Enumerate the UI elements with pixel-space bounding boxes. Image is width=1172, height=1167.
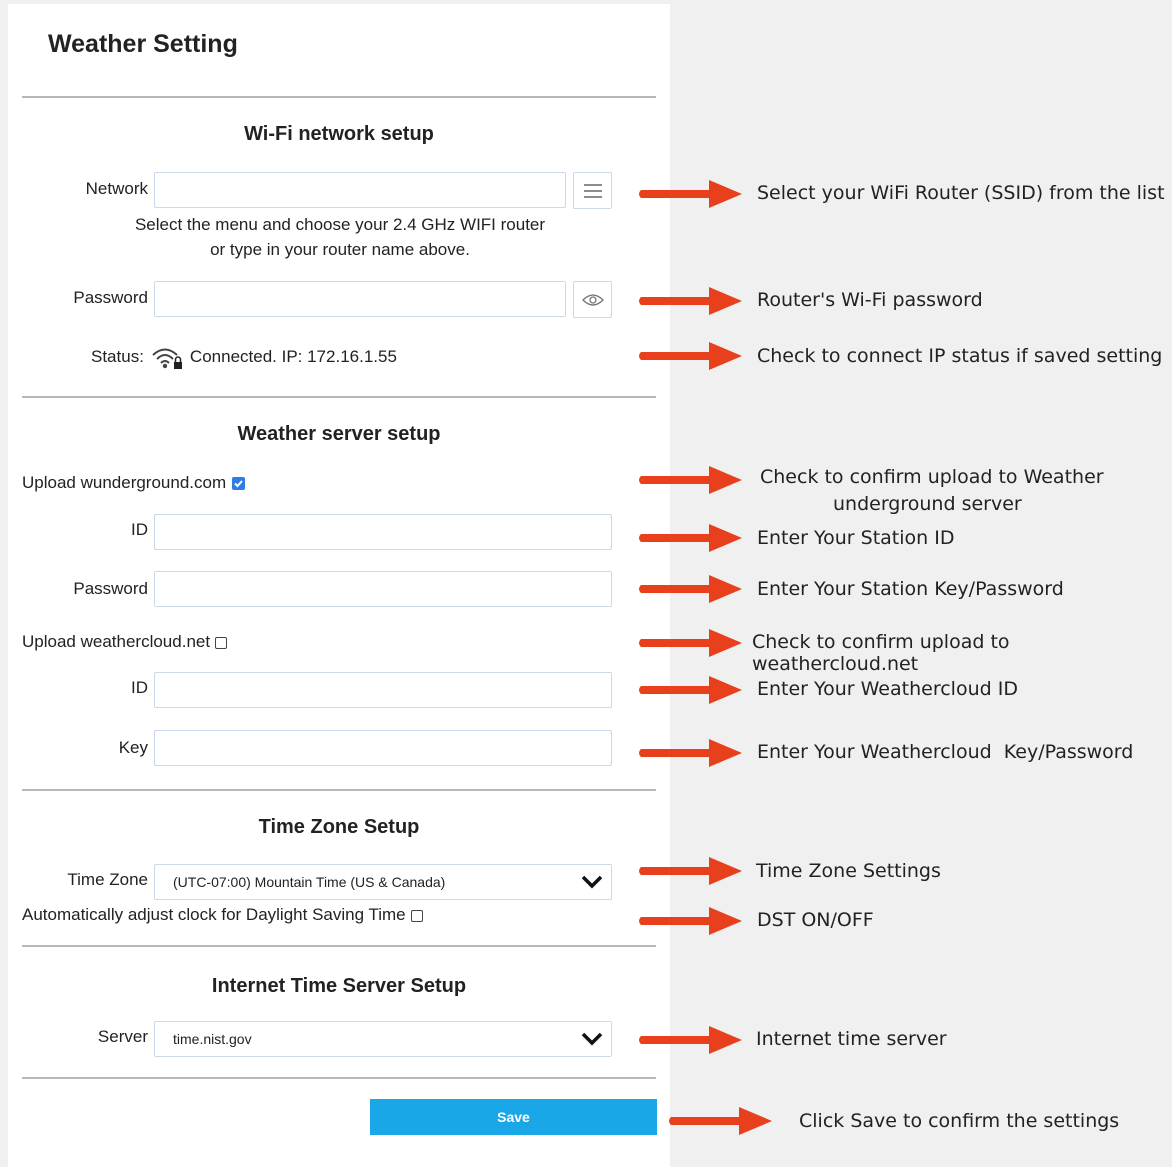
- annotation-note: Enter Your Station Key/Password: [757, 578, 1064, 600]
- time-server-select[interactable]: time.nist.gov: [154, 1021, 612, 1057]
- wifi-locked-icon: [152, 348, 182, 369]
- network-list-button[interactable]: [573, 172, 612, 209]
- annotation-note: Time Zone Settings: [756, 860, 941, 882]
- station-id-input[interactable]: [154, 514, 612, 550]
- eye-icon: [581, 293, 604, 306]
- annotation-arrow: [669, 1107, 772, 1135]
- time-zone-section-heading: Time Zone Setup: [258, 816, 420, 838]
- time-server-section-heading: Internet Time Server Setup: [211, 975, 467, 997]
- annotation-note: Enter Your Weathercloud ID: [757, 678, 1018, 700]
- divider: [22, 789, 656, 791]
- station-password-input[interactable]: [154, 571, 612, 607]
- network-hint-line-2: or type in your router name above.: [210, 240, 470, 259]
- status-text: Connected. IP: 172.16.1.55: [189, 347, 397, 366]
- page-title: Weather Setting: [48, 30, 238, 58]
- weathercloud-checkbox[interactable]: [215, 636, 228, 649]
- wc-id-label: ID: [131, 678, 148, 697]
- checkmark-icon: [234, 480, 243, 488]
- network-hint: Select the menu and choose your 2.4 GHz …: [100, 212, 580, 262]
- divider: [22, 1077, 656, 1079]
- chevron-down-icon: [581, 875, 603, 889]
- wifi-password-label: Password: [73, 288, 148, 307]
- chevron-down-icon: [581, 1032, 603, 1046]
- dst-checkbox[interactable]: [410, 909, 423, 922]
- wifi-section-heading: Wi-Fi network setup: [244, 123, 434, 145]
- annotation-note: Internet time server: [756, 1028, 947, 1050]
- divider: [22, 96, 656, 98]
- annotation-note: underground server: [833, 493, 1022, 515]
- annotation-note: Check to connect IP status if saved sett…: [757, 345, 1163, 367]
- weathercloud-key-input[interactable]: [154, 730, 612, 766]
- annotation-note: Enter Your Station ID: [757, 527, 955, 549]
- annotation-arrow: [639, 342, 742, 370]
- annotation-arrow: [639, 739, 742, 767]
- wunderground-upload-label: Upload wunderground.com: [22, 473, 227, 492]
- network-hint-line-1: Select the menu and choose your 2.4 GHz …: [134, 215, 546, 234]
- network-input[interactable]: [154, 172, 566, 208]
- annotation-note: Enter Your Weathercloud Key/Password: [757, 741, 1134, 763]
- time-server-selected: time.nist.gov: [173, 1031, 252, 1047]
- network-label: Network: [85, 179, 148, 198]
- annotation-note: Click Save to confirm the settings: [799, 1110, 1120, 1132]
- time-zone-select[interactable]: (UTC-07:00) Mountain Time (US & Canada): [154, 864, 612, 900]
- weathercloud-upload: Upload weathercloud.net: [22, 632, 228, 652]
- annotation-arrow: [639, 575, 742, 603]
- annotation-arrow: [639, 1026, 742, 1054]
- save-button[interactable]: Save: [370, 1099, 657, 1135]
- annotation-arrow: [639, 180, 742, 208]
- annotation-arrow: [639, 629, 742, 657]
- annotation-arrow: [639, 907, 742, 935]
- dst-label: Automatically adjust clock for Daylight …: [22, 905, 406, 924]
- menu-icon: [583, 183, 602, 198]
- server-label: Server: [97, 1027, 148, 1046]
- weathercloud-upload-label: Upload weathercloud.net: [22, 632, 211, 651]
- wunderground-checkbox[interactable]: [232, 477, 246, 491]
- weathercloud-id-input[interactable]: [154, 672, 612, 708]
- annotation-note: DST ON/OFF: [757, 909, 874, 931]
- status-label: Status:: [91, 347, 144, 366]
- wunderground-upload: Upload wunderground.com: [22, 473, 246, 493]
- annotation-note: Select your WiFi Router (SSID) from the …: [757, 182, 1165, 204]
- wu-id-label: ID: [131, 520, 148, 539]
- wc-key-label: Key: [118, 738, 148, 757]
- divider: [22, 396, 656, 398]
- annotation-note: Check to confirm upload to weathercloud.…: [752, 631, 1010, 675]
- wifi-status: Status: Connected. IP: 172.16.1.55: [91, 344, 397, 370]
- annotation-arrow: [639, 524, 742, 552]
- weather-server-section-heading: Weather server setup: [237, 423, 441, 445]
- wu-password-label: Password: [73, 579, 148, 598]
- annotation-arrow: [639, 287, 742, 315]
- annotation-arrow: [639, 676, 742, 704]
- annotation-arrow: [639, 857, 742, 885]
- annotation-arrow: [639, 466, 742, 494]
- show-password-button[interactable]: [573, 281, 612, 318]
- time-zone-label: Time Zone: [67, 870, 148, 889]
- time-zone-selected: (UTC-07:00) Mountain Time (US & Canada): [173, 874, 446, 890]
- dst-option: Automatically adjust clock for Daylight …: [22, 905, 423, 925]
- annotation-note: Check to confirm upload to Weather: [760, 466, 1104, 488]
- annotation-note: Router's Wi-Fi password: [757, 289, 983, 311]
- divider: [22, 945, 656, 947]
- wifi-password-input[interactable]: [154, 281, 566, 317]
